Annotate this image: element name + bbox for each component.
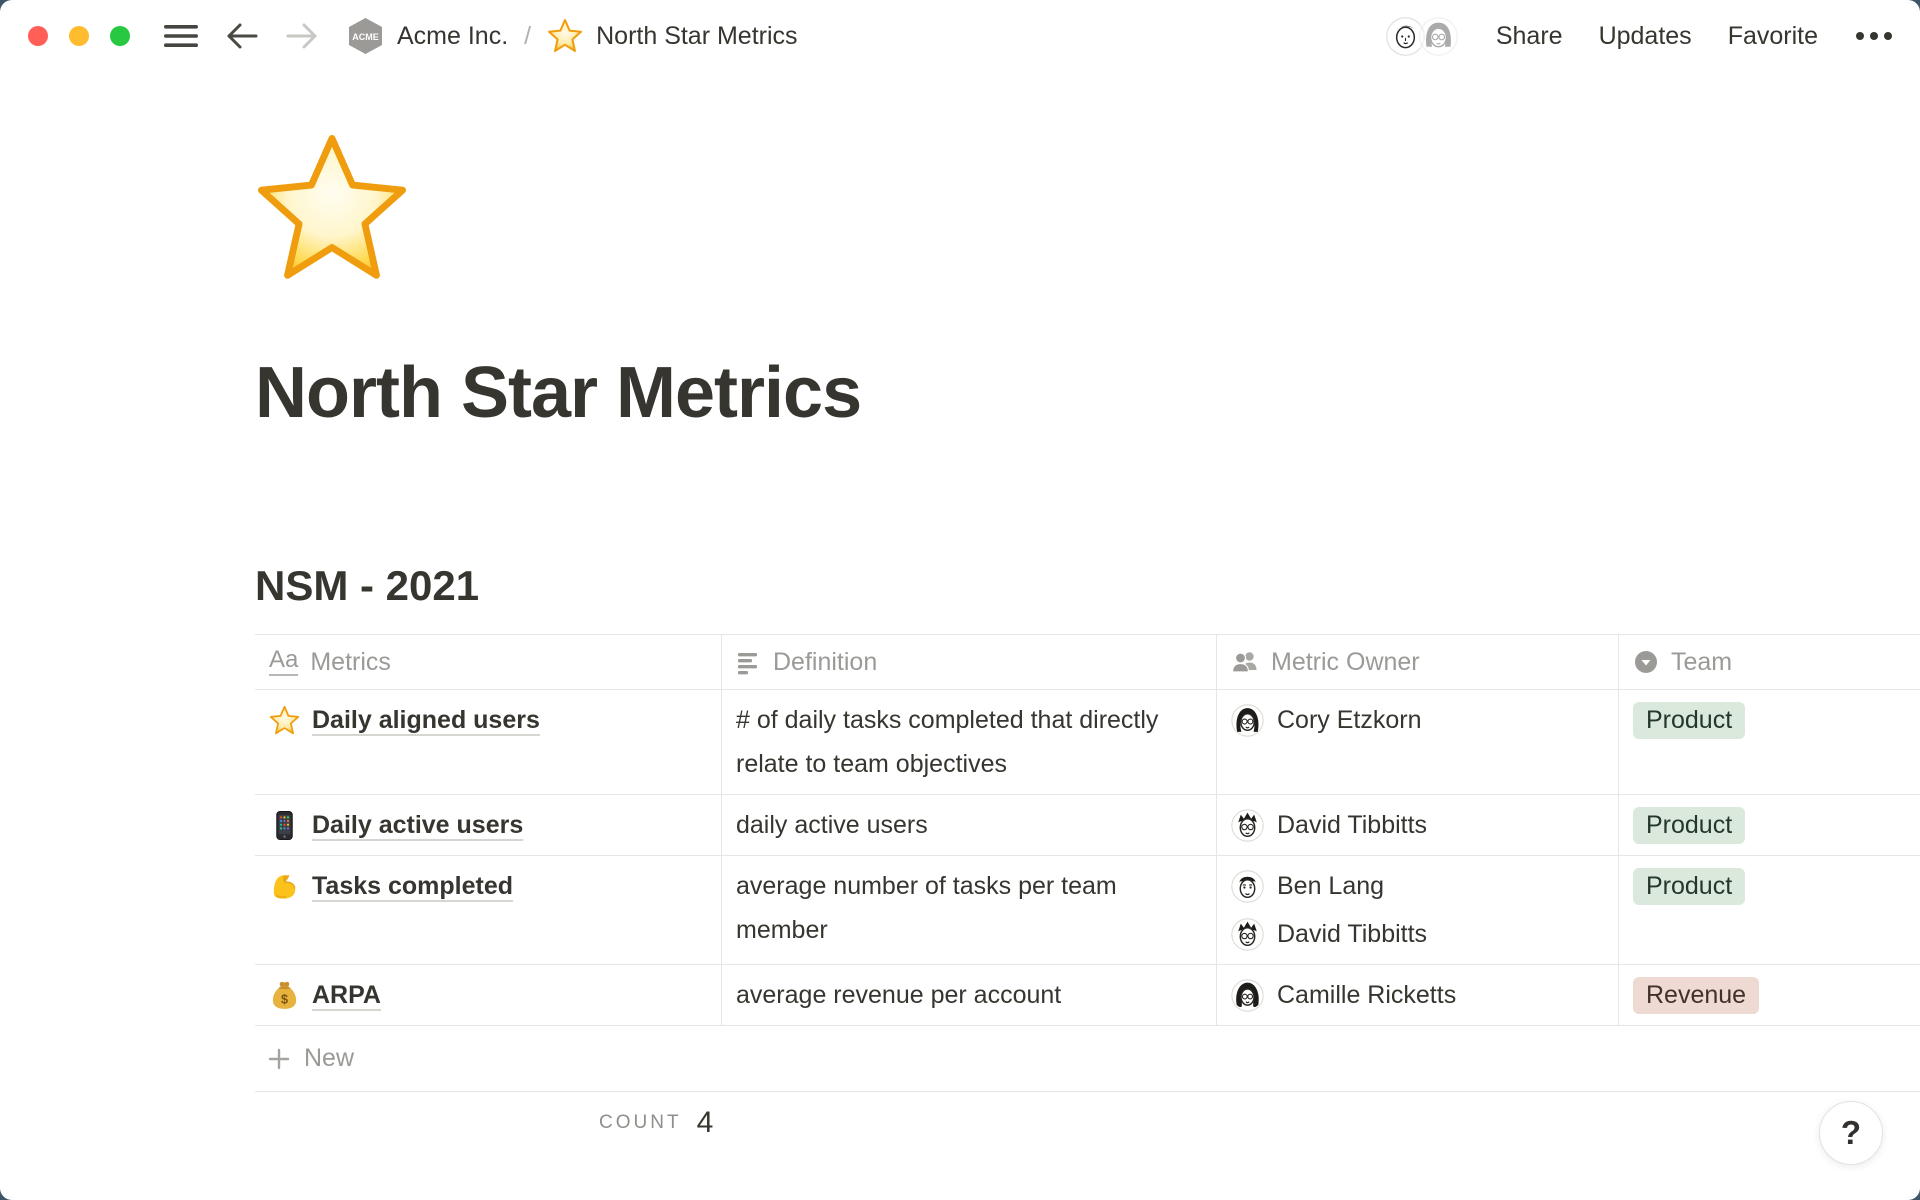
table-header-row: Aa Metrics Definition [255, 634, 1920, 690]
people-icon [1231, 649, 1259, 675]
avatar-cory [1231, 704, 1264, 737]
breadcrumb-page[interactable]: North Star Metrics [547, 18, 797, 54]
column-header-metrics[interactable]: Aa Metrics [255, 635, 722, 689]
table-row: Daily aligned users # of daily tasks com… [255, 690, 1920, 795]
team-cell[interactable]: Product [1619, 795, 1920, 855]
topbar-actions: Share Updates Favorite [1384, 15, 1894, 58]
definition-cell[interactable]: daily active users [722, 795, 1217, 855]
workspace-name: Acme Inc. [397, 22, 508, 51]
select-property-icon [1633, 649, 1659, 675]
question-mark-icon: ? [1841, 1114, 1861, 1152]
mobile-phone-icon [269, 810, 300, 841]
team-tag: Revenue [1633, 977, 1759, 1014]
metric-cell-daily-active-users[interactable]: Daily active users [255, 795, 722, 855]
share-button[interactable]: Share [1496, 22, 1563, 51]
metric-page-link: ARPA [312, 973, 381, 1017]
text-lines-icon [736, 650, 761, 675]
traffic-lights [28, 26, 130, 46]
forward-arrow-icon[interactable] [285, 22, 319, 50]
owner-name: Camille Ricketts [1277, 973, 1456, 1017]
metric-page-link: Daily aligned users [312, 698, 540, 742]
team-tag: Product [1633, 702, 1745, 739]
metrics-table: Aa Metrics Definition [255, 634, 1920, 1154]
metric-cell-arpa[interactable]: $ ARPA [255, 965, 722, 1025]
metric-cell-tasks-completed[interactable]: Tasks completed [255, 856, 722, 964]
metric-page-link: Daily active users [312, 803, 523, 847]
owner-cell[interactable]: David Tibbitts [1217, 795, 1619, 855]
owner-name: Cory Etzkorn [1277, 698, 1421, 742]
close-window-button[interactable] [28, 26, 48, 46]
metric-cell-daily-aligned-users[interactable]: Daily aligned users [255, 690, 722, 794]
column-header-definition[interactable]: Definition [722, 635, 1217, 689]
page-icon-star[interactable] [255, 132, 409, 286]
star-icon [269, 705, 300, 736]
favorite-button[interactable]: Favorite [1728, 22, 1818, 51]
avatar-david [1231, 809, 1264, 842]
team-cell[interactable]: Product [1619, 690, 1920, 794]
new-row-label: New [304, 1044, 354, 1073]
back-arrow-icon[interactable] [225, 22, 259, 50]
owner-cell[interactable]: Cory Etzkorn [1217, 690, 1619, 794]
breadcrumb: ACME Acme Inc. / North Star Metrics [347, 16, 798, 56]
minimize-window-button[interactable] [69, 26, 89, 46]
text-property-icon: Aa [269, 648, 298, 676]
table-footer-count[interactable]: COUNT 4 [255, 1092, 1920, 1154]
team-tag: Product [1633, 807, 1745, 844]
owner-name: David Tibbitts [1277, 912, 1427, 956]
notion-window: ACME Acme Inc. / North Star Metrics [0, 0, 1920, 1200]
column-header-team[interactable]: Team [1619, 635, 1920, 689]
avatar-camille [1231, 979, 1264, 1012]
breadcrumb-workspace[interactable]: ACME Acme Inc. [347, 16, 508, 56]
definition-cell[interactable]: average revenue per account [722, 965, 1217, 1025]
count-value: 4 [697, 1106, 714, 1140]
section-heading[interactable]: NSM - 2021 [255, 562, 1920, 610]
new-row-button[interactable]: New [255, 1026, 1920, 1092]
plus-icon [267, 1047, 291, 1071]
avatar-david [1231, 918, 1264, 951]
svg-text:$: $ [281, 993, 288, 1007]
top-bar: ACME Acme Inc. / North Star Metrics [0, 0, 1920, 72]
sidebar-menu-icon[interactable] [163, 23, 199, 49]
owner-cell[interactable]: Ben Lang David Tibbitts [1217, 856, 1619, 964]
avatar-user-2[interactable] [1417, 15, 1460, 58]
svg-text:ACME: ACME [352, 32, 379, 42]
zoom-window-button[interactable] [110, 26, 130, 46]
presence-avatars [1384, 15, 1460, 58]
avatar-ben [1231, 870, 1264, 903]
more-options-icon[interactable] [1854, 31, 1894, 41]
owner-name: Ben Lang [1277, 864, 1384, 908]
flexed-biceps-icon [269, 871, 300, 902]
page-content: North Star Metrics NSM - 2021 Aa Metrics [0, 132, 1920, 1154]
count-label: COUNT [599, 1112, 682, 1134]
help-button[interactable]: ? [1819, 1101, 1883, 1165]
updates-button[interactable]: Updates [1599, 22, 1692, 51]
money-bag-icon: $ [269, 980, 300, 1011]
team-cell[interactable]: Product [1619, 856, 1920, 964]
owner-name: David Tibbitts [1277, 803, 1427, 847]
table-row: Tasks completed average number of tasks … [255, 856, 1920, 965]
owner-cell[interactable]: Camille Ricketts [1217, 965, 1619, 1025]
metric-page-link: Tasks completed [312, 864, 513, 908]
team-tag: Product [1633, 868, 1745, 905]
page-title[interactable]: North Star Metrics [255, 352, 1920, 434]
table-row: $ ARPA average revenue per account [255, 965, 1920, 1026]
column-header-metric-owner[interactable]: Metric Owner [1217, 635, 1619, 689]
breadcrumb-page-title: North Star Metrics [596, 22, 797, 51]
definition-cell[interactable]: average number of tasks per team member [722, 856, 1217, 964]
breadcrumb-separator: / [524, 22, 531, 51]
table-row: Daily active users daily active users [255, 795, 1920, 856]
star-icon [547, 18, 583, 54]
team-cell[interactable]: Revenue [1619, 965, 1920, 1025]
acme-logo-icon: ACME [347, 16, 384, 56]
definition-cell[interactable]: # of daily tasks completed that directly… [722, 690, 1217, 794]
